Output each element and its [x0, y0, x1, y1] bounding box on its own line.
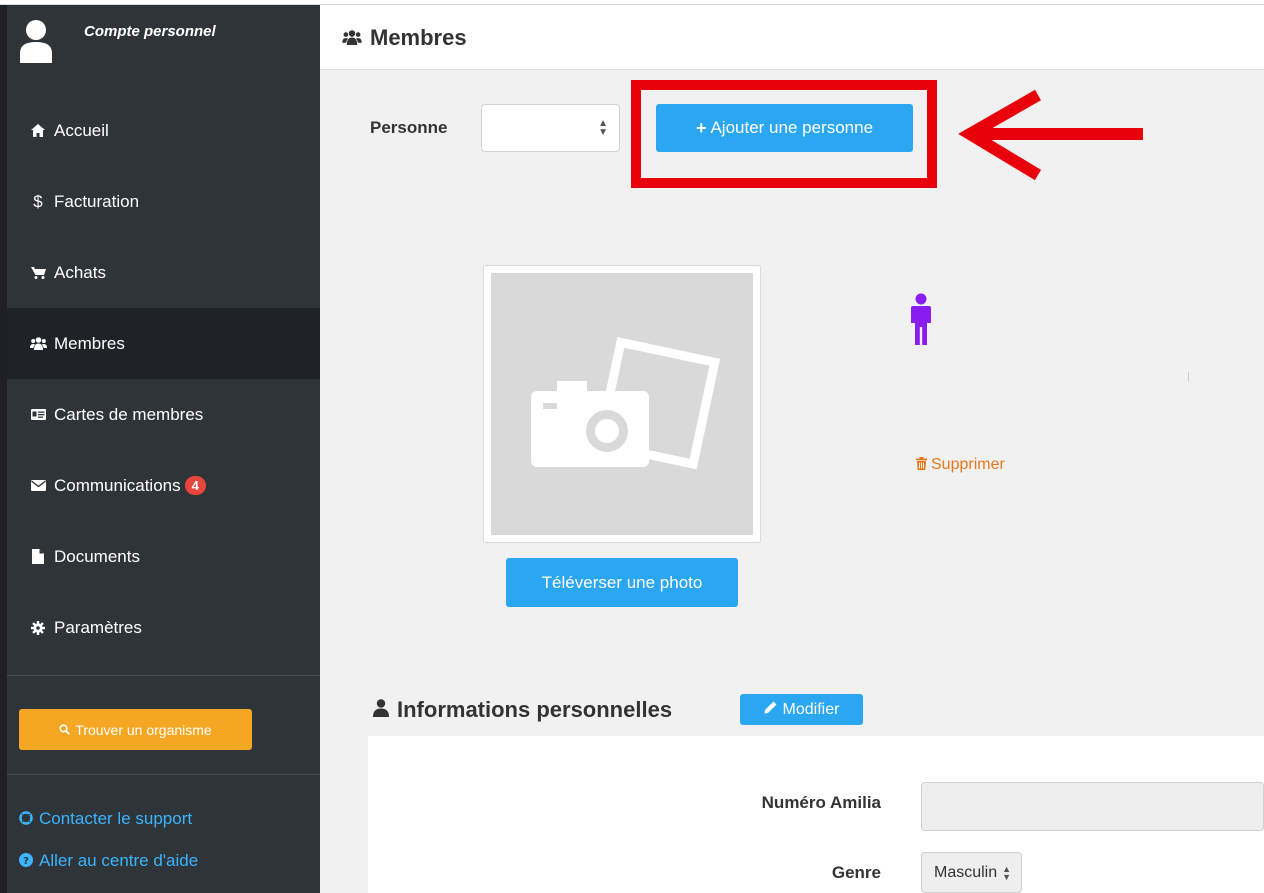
- sidebar-item-cartes-de-membres[interactable]: Cartes de membres: [7, 379, 320, 450]
- life-ring-icon: [19, 810, 33, 828]
- user-icon: [373, 698, 389, 722]
- upload-photo-label: Téléverser une photo: [541, 572, 703, 592]
- select-arrows-icon: ▲ ▼: [598, 118, 608, 138]
- user-avatar-icon: [20, 20, 52, 63]
- find-organization-button[interactable]: Trouver un organisme: [19, 709, 252, 750]
- section-title-text: Informations personnelles: [397, 697, 673, 722]
- page-header: Membres: [320, 5, 1264, 70]
- sidebar-item-membres[interactable]: Membres: [7, 308, 320, 379]
- annotation-highlight-box: [631, 80, 937, 188]
- amilia-number-label: Numéro Amilia: [761, 793, 881, 812]
- find-organization-label: Trouver un organisme: [75, 721, 212, 738]
- dollar-icon: $: [33, 191, 43, 211]
- camera-icon: [531, 337, 721, 470]
- main-content: Membres Personne ▲ ▼ + Ajouter une person…: [320, 5, 1264, 893]
- sidebar-item-label: Cartes de membres: [54, 404, 204, 424]
- sidebar-edge: [0, 5, 7, 893]
- sidebar-item-label: Membres: [54, 333, 125, 353]
- person-label: Personne: [370, 118, 448, 137]
- file-icon: [28, 549, 48, 564]
- person-select[interactable]: ▲ ▼: [481, 104, 620, 152]
- question-circle-icon: ?: [19, 852, 33, 870]
- photo-placeholder-area: [491, 273, 753, 535]
- contact-support-link[interactable]: Contacter le support: [19, 809, 192, 829]
- search-icon: [59, 724, 71, 735]
- personal-info-panel: Numéro Amilia Genre Masculin ▲ ▼: [368, 736, 1264, 893]
- contact-support-label: Contacter le support: [39, 809, 193, 828]
- sidebar-item-label: Facturation: [54, 191, 140, 211]
- delete-link[interactable]: Supprimer: [916, 456, 1005, 474]
- sidebar-item-communications[interactable]: Communications 4: [7, 450, 320, 521]
- amilia-number-field[interactable]: [921, 782, 1264, 831]
- pencil-icon: [764, 701, 777, 719]
- gear-icon: [28, 620, 48, 635]
- sidebar-item-documents[interactable]: Documents: [7, 521, 320, 592]
- sidebar-item-label: Communications: [54, 475, 181, 495]
- divider-mark: [1188, 372, 1189, 382]
- page-title: Membres: [342, 25, 467, 51]
- sidebar-item-label: Documents: [54, 546, 140, 566]
- gender-label: Genre: [831, 863, 881, 882]
- sidebar-item-facturation[interactable]: $ Facturation: [7, 166, 320, 237]
- trash-icon: [916, 457, 927, 473]
- users-icon: [28, 337, 48, 350]
- sidebar: Compte personnel Accueil $ Facturation A…: [0, 5, 320, 893]
- sidebar-divider: [7, 675, 320, 676]
- sidebar-item-achats[interactable]: Achats: [7, 237, 320, 308]
- notification-badge: 4: [184, 476, 206, 495]
- delete-label: Supprimer: [931, 456, 1005, 473]
- sidebar-item-parametres[interactable]: Paramètres: [7, 592, 320, 663]
- edit-button[interactable]: Modifier: [740, 694, 863, 725]
- users-icon: [342, 25, 362, 51]
- account-header[interactable]: Compte personnel: [0, 5, 320, 75]
- gender-select[interactable]: Masculin ▲ ▼: [921, 852, 1022, 893]
- help-center-label: Aller au centre d'aide: [39, 851, 199, 870]
- envelope-icon: [28, 480, 48, 491]
- sidebar-item-label: Paramètres: [54, 617, 142, 637]
- help-center-link[interactable]: ? Aller au centre d'aide: [19, 851, 198, 871]
- edit-label: Modifier: [782, 700, 840, 718]
- upload-photo-button[interactable]: Téléverser une photo: [506, 558, 738, 607]
- male-icon: [911, 293, 931, 345]
- photo-placeholder: [483, 265, 761, 543]
- page-title-text: Membres: [370, 25, 467, 50]
- annotation-arrow-icon: [958, 89, 1143, 181]
- section-title: Informations personnelles: [373, 697, 672, 723]
- id-card-icon: [28, 409, 48, 420]
- sidebar-item-accueil[interactable]: Accueil: [7, 95, 320, 166]
- sidebar-item-label: Accueil: [54, 120, 109, 140]
- svg-text:?: ?: [23, 856, 29, 867]
- cart-icon: [28, 266, 48, 279]
- gender-value: Masculin: [934, 863, 998, 881]
- account-label: Compte personnel: [84, 23, 216, 40]
- sidebar-divider: [7, 774, 320, 775]
- sidebar-item-label: Achats: [54, 262, 106, 282]
- home-icon: [28, 124, 48, 137]
- select-arrows-icon: ▲ ▼: [1002, 864, 1011, 882]
